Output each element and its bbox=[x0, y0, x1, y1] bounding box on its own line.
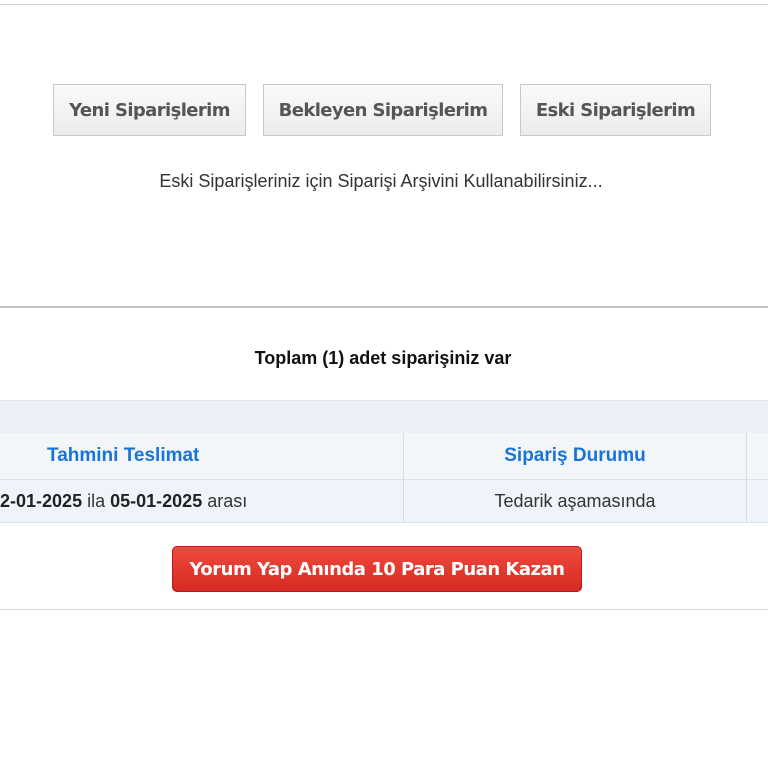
cell-order-status: Tedarik aşamasında bbox=[403, 480, 746, 522]
cell-estimated-delivery: 02-01-2025 ila 05-01-2025 arası bbox=[0, 480, 403, 522]
orders-table: Tahmini Teslimat Sipariş Durumu 02-01-20… bbox=[0, 433, 768, 523]
header-cell-order-status: Sipariş Durumu bbox=[403, 433, 746, 479]
order-tabs: Yeni Siparişlerim Bekleyen Siparişlerim … bbox=[0, 84, 768, 140]
cell-extra bbox=[746, 480, 768, 522]
archive-note: Eski Siparişleriniz için Siparişi Arşivi… bbox=[159, 171, 603, 191]
orders-page: Yeni Siparişlerim Bekleyen Siparişlerim … bbox=[0, 0, 768, 768]
review-earn-points-button[interactable]: Yorum Yap Anında 10 Para Puan Kazan bbox=[172, 546, 582, 592]
order-count-title: Toplam (1) adet siparişiniz var bbox=[254, 348, 512, 368]
header-cell-extra bbox=[746, 433, 768, 479]
tab-old-orders[interactable]: Eski Siparişlerim bbox=[520, 84, 711, 136]
delivery-range: 02-01-2025 ila 05-01-2025 arası bbox=[0, 491, 247, 512]
top-divider bbox=[0, 4, 768, 5]
delivery-between-word: ila bbox=[87, 490, 106, 511]
delivery-end-date: 05-01-2025 bbox=[110, 490, 203, 511]
section-divider bbox=[0, 306, 768, 308]
order-status-value: Tedarik aşamasında bbox=[494, 490, 656, 511]
tab-new-orders[interactable]: Yeni Siparişlerim bbox=[53, 84, 246, 136]
delivery-suffix-word: arası bbox=[207, 490, 248, 511]
delivery-start-date: 02-01-2025 bbox=[0, 490, 83, 511]
table-toolbar-band bbox=[0, 400, 768, 434]
header-cell-estimated-delivery: Tahmini Teslimat bbox=[0, 433, 403, 479]
table-header-row: Tahmini Teslimat Sipariş Durumu bbox=[0, 433, 768, 480]
table-row: 02-01-2025 ila 05-01-2025 arası Tedarik … bbox=[0, 480, 768, 523]
header-order-status[interactable]: Sipariş Durumu bbox=[504, 445, 645, 467]
bottom-divider bbox=[0, 609, 768, 610]
header-estimated-delivery[interactable]: Tahmini Teslimat bbox=[47, 445, 199, 467]
tab-pending-orders[interactable]: Bekleyen Siparişlerim bbox=[263, 84, 503, 136]
